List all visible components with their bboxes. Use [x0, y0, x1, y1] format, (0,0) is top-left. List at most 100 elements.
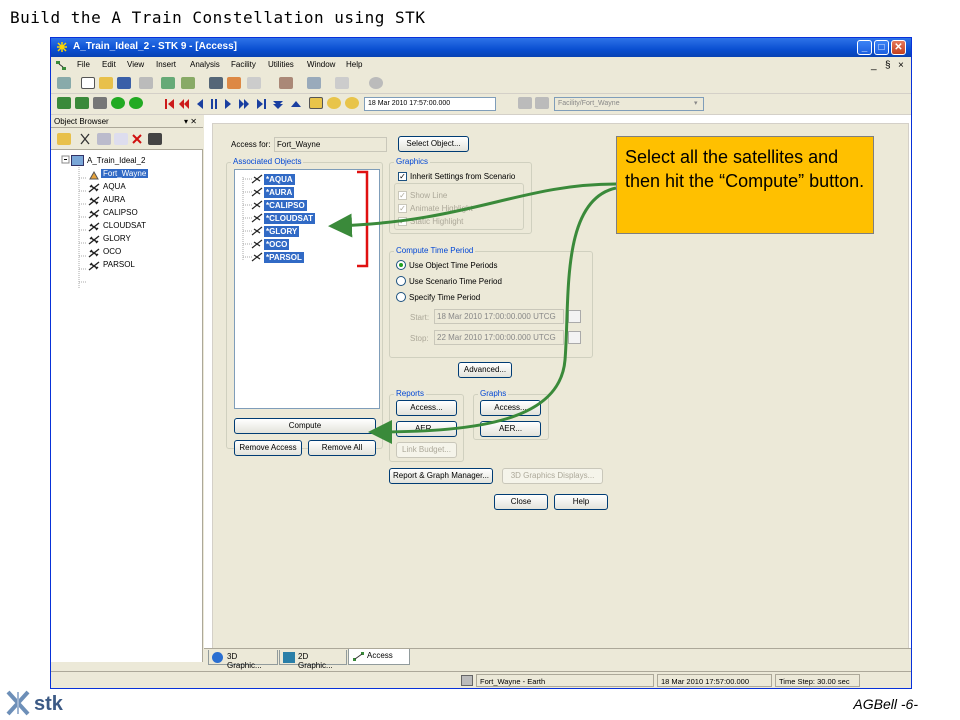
show-line-checkbox[interactable]: ✓ — [398, 191, 407, 200]
remove-access-button[interactable]: Remove Access — [234, 440, 302, 456]
graph-icon[interactable] — [227, 77, 241, 89]
help-circle-icon[interactable] — [369, 77, 383, 89]
stop-time-field[interactable]: 22 Mar 2010 17:00:00.000 UTCG — [434, 330, 564, 345]
compute-button[interactable]: Compute — [234, 418, 376, 434]
properties-icon[interactable] — [279, 77, 293, 89]
satellite-icon — [88, 209, 100, 219]
window-tab-bar: 3D Graphic... 2D Graphic... Access — [204, 648, 911, 670]
paste-icon[interactable] — [114, 133, 128, 145]
tree-item-calipso[interactable]: CALIPSO — [103, 208, 138, 217]
time-period-label: Compute Time Period — [394, 246, 476, 255]
close-button[interactable]: ✕ — [891, 40, 906, 55]
start-calendar-icon[interactable] — [568, 310, 581, 323]
associated-item-oco[interactable]: *OCO — [264, 239, 290, 250]
mdi-close-button[interactable]: × — [898, 60, 904, 71]
delete-icon[interactable] — [131, 133, 143, 145]
graphs-aer-button[interactable]: AER... — [480, 421, 541, 437]
menu-help[interactable]: Help — [346, 60, 362, 69]
menu-facility[interactable]: Facility — [231, 60, 256, 69]
object-zoom-icon[interactable] — [518, 97, 532, 109]
menu-utilities[interactable]: Utilities — [268, 60, 294, 69]
associated-item-cloudsat[interactable]: *CLOUDSAT — [264, 213, 315, 224]
copy-icon[interactable] — [97, 133, 111, 145]
menu-edit[interactable]: Edit — [102, 60, 116, 69]
tab-access[interactable]: Access — [348, 649, 410, 665]
object-select-dropdown[interactable]: Facility/Fort_Wayne — [554, 97, 704, 111]
maximize-button[interactable]: □ — [874, 40, 889, 55]
use-scenario-time-radio[interactable] — [396, 276, 406, 286]
stk-window: A_Train_Ideal_2 - STK 9 - [Access] _ □ ✕… — [50, 37, 912, 689]
insert-object-icon[interactable] — [181, 77, 195, 89]
mdi-restore-button[interactable]: § — [885, 60, 891, 71]
access-icon[interactable] — [75, 97, 89, 109]
start-time-field[interactable]: 18 Mar 2010 17:00:00.000 UTCG — [434, 309, 564, 324]
object-view-icon[interactable] — [535, 97, 549, 109]
properties-icon[interactable] — [57, 133, 71, 145]
real-time-icon[interactable] — [309, 97, 323, 109]
close-dialog-button[interactable]: Close — [494, 494, 548, 510]
link-budget-button[interactable]: Link Budget... — [396, 442, 457, 458]
tree-item-parsol[interactable]: PARSOL — [103, 260, 135, 269]
select-object-button[interactable]: Select Object... — [398, 136, 469, 152]
print-icon[interactable] — [139, 77, 153, 89]
tools-icon[interactable] — [93, 97, 107, 109]
satellite-icon — [88, 222, 100, 232]
report-graph-manager-button[interactable]: Report & Graph Manager... — [389, 468, 493, 484]
tree-item-glory[interactable]: GLORY — [103, 234, 131, 243]
advanced-button[interactable]: Advanced... — [458, 362, 512, 378]
tree-item-oco[interactable]: OCO — [103, 247, 121, 256]
connect-icon[interactable] — [57, 97, 71, 109]
static-highlight-checkbox[interactable]: ✓ — [398, 217, 407, 226]
tree-item-cloudsat[interactable]: CLOUDSAT — [103, 221, 146, 230]
minimize-button[interactable]: _ — [857, 40, 872, 55]
animate-highlight-checkbox[interactable]: ✓ — [398, 204, 407, 213]
associated-item-aura[interactable]: *AURA — [264, 187, 295, 198]
associated-item-glory[interactable]: *GLORY — [264, 226, 300, 237]
play-circle-icon[interactable] — [111, 97, 125, 109]
reports-aer-button[interactable]: AER... — [396, 421, 457, 437]
zoom-icon[interactable] — [129, 97, 143, 109]
satellite-tool-icon[interactable] — [161, 77, 175, 89]
access-icon — [353, 652, 364, 661]
globe-icon[interactable] — [335, 77, 349, 89]
report-icon[interactable] — [209, 77, 223, 89]
tree-item-aqua[interactable]: AQUA — [103, 182, 126, 191]
tree-root[interactable]: A_Train_Ideal_2 — [87, 156, 145, 165]
logo-text: stk — [34, 693, 64, 715]
save-icon[interactable] — [117, 77, 131, 89]
binoculars-icon[interactable] — [148, 133, 162, 145]
cut-icon[interactable] — [79, 133, 91, 145]
associated-item-calipso[interactable]: *CALIPSO — [264, 200, 307, 211]
x-real-time-icon[interactable] — [327, 97, 341, 109]
menu-window[interactable]: Window — [307, 60, 335, 69]
associated-item-aqua[interactable]: *AQUA — [264, 174, 295, 185]
step-time-icon[interactable] — [345, 97, 359, 109]
globe-icon — [212, 652, 223, 663]
specify-time-radio[interactable] — [396, 292, 406, 302]
use-object-time-radio[interactable] — [396, 260, 406, 270]
menu-view[interactable]: View — [127, 60, 144, 69]
open-folder-icon[interactable] — [99, 77, 113, 89]
new-icon[interactable] — [81, 77, 95, 89]
current-time-field[interactable]: 18 Mar 2010 17:57:00.000 — [364, 97, 496, 111]
map-icon[interactable] — [307, 77, 321, 89]
stop-calendar-icon[interactable] — [568, 331, 581, 344]
menu-analysis[interactable]: Analysis — [190, 60, 220, 69]
panel-controls[interactable]: ▾ ✕ — [184, 117, 197, 126]
help-button[interactable]: Help — [554, 494, 608, 510]
graphics-displays-button[interactable]: 3D Graphics Displays... — [502, 468, 603, 484]
reports-access-button[interactable]: Access... — [396, 400, 457, 416]
chart-icon[interactable] — [57, 77, 71, 89]
calendar-icon[interactable] — [247, 77, 261, 89]
tree-item-aura[interactable]: AURA — [103, 195, 125, 204]
tree-item-fort-wayne[interactable]: Fort_Wayne — [101, 169, 149, 178]
tab-3d-graphics[interactable]: 3D Graphic... — [208, 650, 278, 670]
associated-item-parsol[interactable]: *PARSOL — [264, 252, 304, 263]
menu-insert[interactable]: Insert — [156, 60, 176, 69]
menu-file[interactable]: File — [77, 60, 90, 69]
graphs-access-button[interactable]: Access... — [480, 400, 541, 416]
mdi-minimize-button[interactable]: _ — [871, 60, 877, 71]
tab-2d-graphics[interactable]: 2D Graphic... — [279, 650, 347, 670]
inherit-settings-checkbox[interactable]: ✓ — [398, 172, 407, 181]
remove-all-button[interactable]: Remove All — [308, 440, 376, 456]
